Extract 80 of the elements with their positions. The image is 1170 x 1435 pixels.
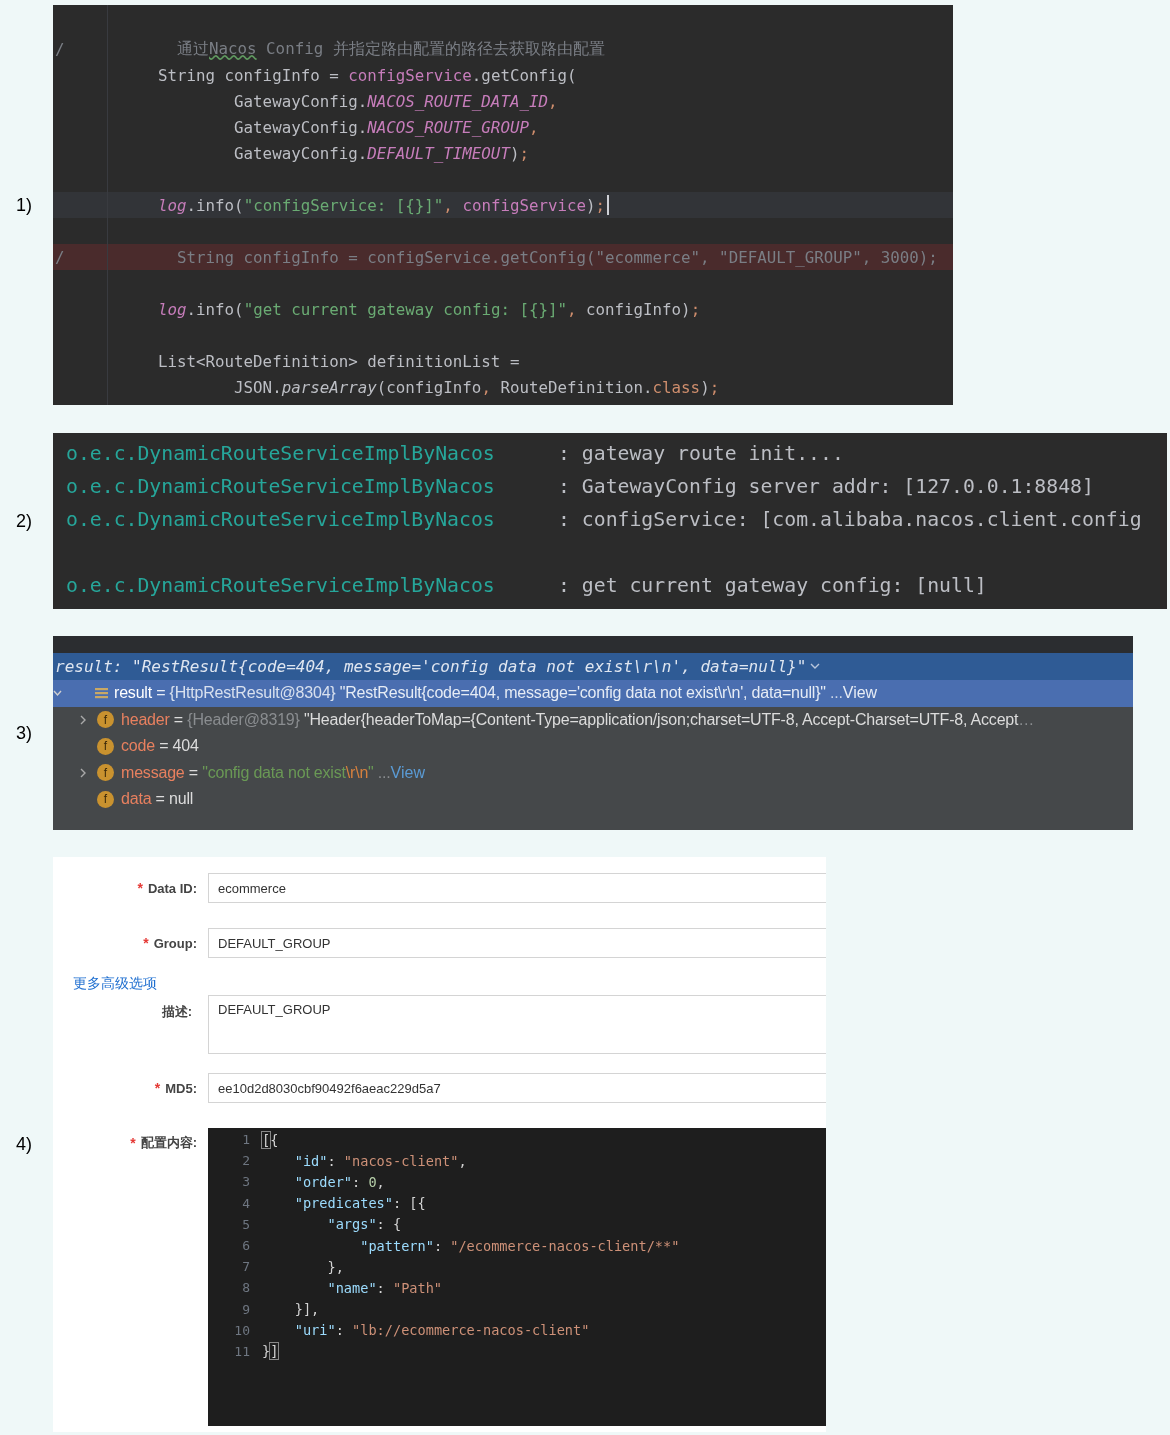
text-caret	[607, 195, 610, 215]
section-number: 4)	[15, 1134, 33, 1155]
field-label: 描述:	[161, 1003, 192, 1021]
line-number: 5	[241, 1216, 250, 1232]
code-line: "args": {	[326, 1216, 402, 1233]
field-label: 配置内容:	[140, 1134, 197, 1152]
code-line: GatewayConfig.NACOS_ROUTE_GROUP,	[233, 117, 539, 137]
line-number: 4	[241, 1195, 250, 1211]
textarea-field[interactable]: DEFAULT_GROUP	[208, 995, 826, 1054]
input-field[interactable]: ecommerce	[208, 873, 826, 903]
code-line: GatewayConfig.NACOS_ROUTE_DATA_ID,	[233, 91, 558, 111]
section-number: 2)	[15, 510, 33, 532]
line-number: 11	[233, 1343, 250, 1359]
required-mark: *	[130, 1135, 136, 1151]
line-number: 7	[241, 1259, 250, 1275]
variable-value: header = {Header@8319} "Header{headerToMap={Content-Type=application/json;charset=UTF-8, Accept-Charset=UTF-8, Accept…	[121, 710, 1035, 729]
code-line: "uri": "lb://ecommerce-nacos-client"	[293, 1322, 590, 1339]
field-icon: f	[97, 737, 114, 755]
gutter-mark: /	[55, 39, 65, 59]
variable-value: data = null	[121, 790, 194, 809]
line-number: 1	[241, 1132, 250, 1148]
gutter-mark: /	[55, 247, 65, 267]
logger-name: o.e.c.DynamicRouteServiceImplByNacos	[66, 442, 496, 465]
section-number: 3)	[15, 722, 33, 744]
view-link[interactable]: View	[842, 684, 878, 703]
code-line: "name": "Path"	[326, 1279, 443, 1296]
evaluate-expression: result: "RestResult{code=404, message='config data not exist\r\n', data=null}"	[54, 657, 807, 676]
line-number: 8	[241, 1280, 250, 1296]
log-message: : get current gateway config: [null]	[558, 574, 987, 597]
code-line: }],	[293, 1301, 320, 1318]
field-label: MD5:	[165, 1080, 197, 1096]
code-line: 通过Nacos Config 并指定路由配置的路径去获取路由配置	[176, 38, 605, 60]
log-message: : GatewayConfig server addr: [127.0.0.1:8848]	[558, 475, 1094, 498]
line-number: 2	[241, 1153, 250, 1169]
json-editor[interactable]: 1 [{ 2 "id": "nacos-client", 3 "order": 0, 4 "predicates": [{ 5 "args": { 6 "pattern": "/ecommerce-nacos-client/**" 7 }, 8 "name": "Path" 9 }], 10 "uri": "lb://ecommerce-nacos-client" 11 }]	[208, 1128, 826, 1426]
line-number: 3	[241, 1174, 250, 1190]
code-line: "pattern": "/ecommerce-nacos-client/**"	[359, 1237, 680, 1254]
required-mark: *	[154, 1080, 161, 1096]
code-line: "predicates": [{	[293, 1195, 426, 1212]
variable-value: message = "config data not exist\r\n" ...	[121, 763, 391, 782]
chevron-right-icon[interactable]	[79, 714, 87, 725]
code-line: "order": 0,	[293, 1173, 385, 1190]
logger-name: o.e.c.DynamicRouteServiceImplByNacos	[66, 475, 496, 498]
code-line: log.info("configService: [{}]", configService);	[158, 195, 606, 215]
section-number: 1)	[15, 194, 33, 216]
input-field[interactable]: DEFAULT_GROUP	[208, 928, 826, 958]
field-label: Group:	[153, 935, 197, 951]
line-number: 6	[241, 1238, 250, 1254]
field-icon: f	[97, 711, 114, 729]
logger-name: o.e.c.DynamicRouteServiceImplByNacos	[66, 574, 496, 597]
field-icon: f	[97, 764, 114, 782]
line-number: 9	[241, 1301, 250, 1317]
code-line: List<RouteDefinition> definitionList =	[158, 351, 520, 371]
chevron-down-icon[interactable]	[810, 663, 821, 670]
logger-name: o.e.c.DynamicRouteServiceImplByNacos	[66, 508, 496, 531]
chevron-right-icon[interactable]	[79, 767, 87, 778]
required-mark: *	[137, 880, 143, 896]
chevron-down-icon[interactable]	[53, 689, 62, 697]
variable-value: code = 404	[121, 737, 199, 756]
code-line: GatewayConfig.DEFAULT_TIMEOUT);	[233, 143, 529, 163]
required-mark: *	[143, 935, 149, 951]
code-line: String configInfo = configService.getConfig("ecommerce", "DEFAULT_GROUP", 3000);	[176, 247, 938, 267]
variable-value: result = {HttpRestResult@8304} "RestResult{code=404, message='config data not exist\r\n', data=null}" ...	[114, 684, 843, 703]
code-line: log.info("get current gateway config: [{}]", configInfo);	[158, 299, 701, 319]
field-icon: f	[97, 790, 114, 808]
code-line: [{	[262, 1131, 279, 1148]
line-number: 10	[233, 1322, 250, 1338]
advanced-options-link[interactable]: 更多高级选项	[73, 975, 157, 993]
code-line: },	[326, 1258, 344, 1275]
log-message: : gateway route init....	[558, 442, 844, 465]
code-line: }]	[262, 1343, 279, 1360]
list-icon	[95, 687, 108, 700]
field-label: Data ID:	[147, 880, 197, 896]
code-line: "id": "nacos-client",	[293, 1152, 467, 1169]
input-field[interactable]: ee10d2d8030cbf90492f6aeac229d5a7	[208, 1073, 826, 1103]
log-message: : configService: [com.alibaba.nacos.client.config	[558, 508, 1142, 531]
code-line: String configInfo = configService.getConfig(	[158, 65, 577, 85]
code-line: JSON.parseArray(configInfo, RouteDefinition.class);	[233, 377, 720, 397]
selected-row[interactable]: result = {HttpRestResult@8304} "RestResult{code=404, message='config data not exist\r\n', data=null}" ...View	[53, 680, 1133, 707]
evaluate-bar[interactable]: result: "RestResult{code=404, message='config data not exist\r\n', data=null}"	[53, 653, 1133, 680]
